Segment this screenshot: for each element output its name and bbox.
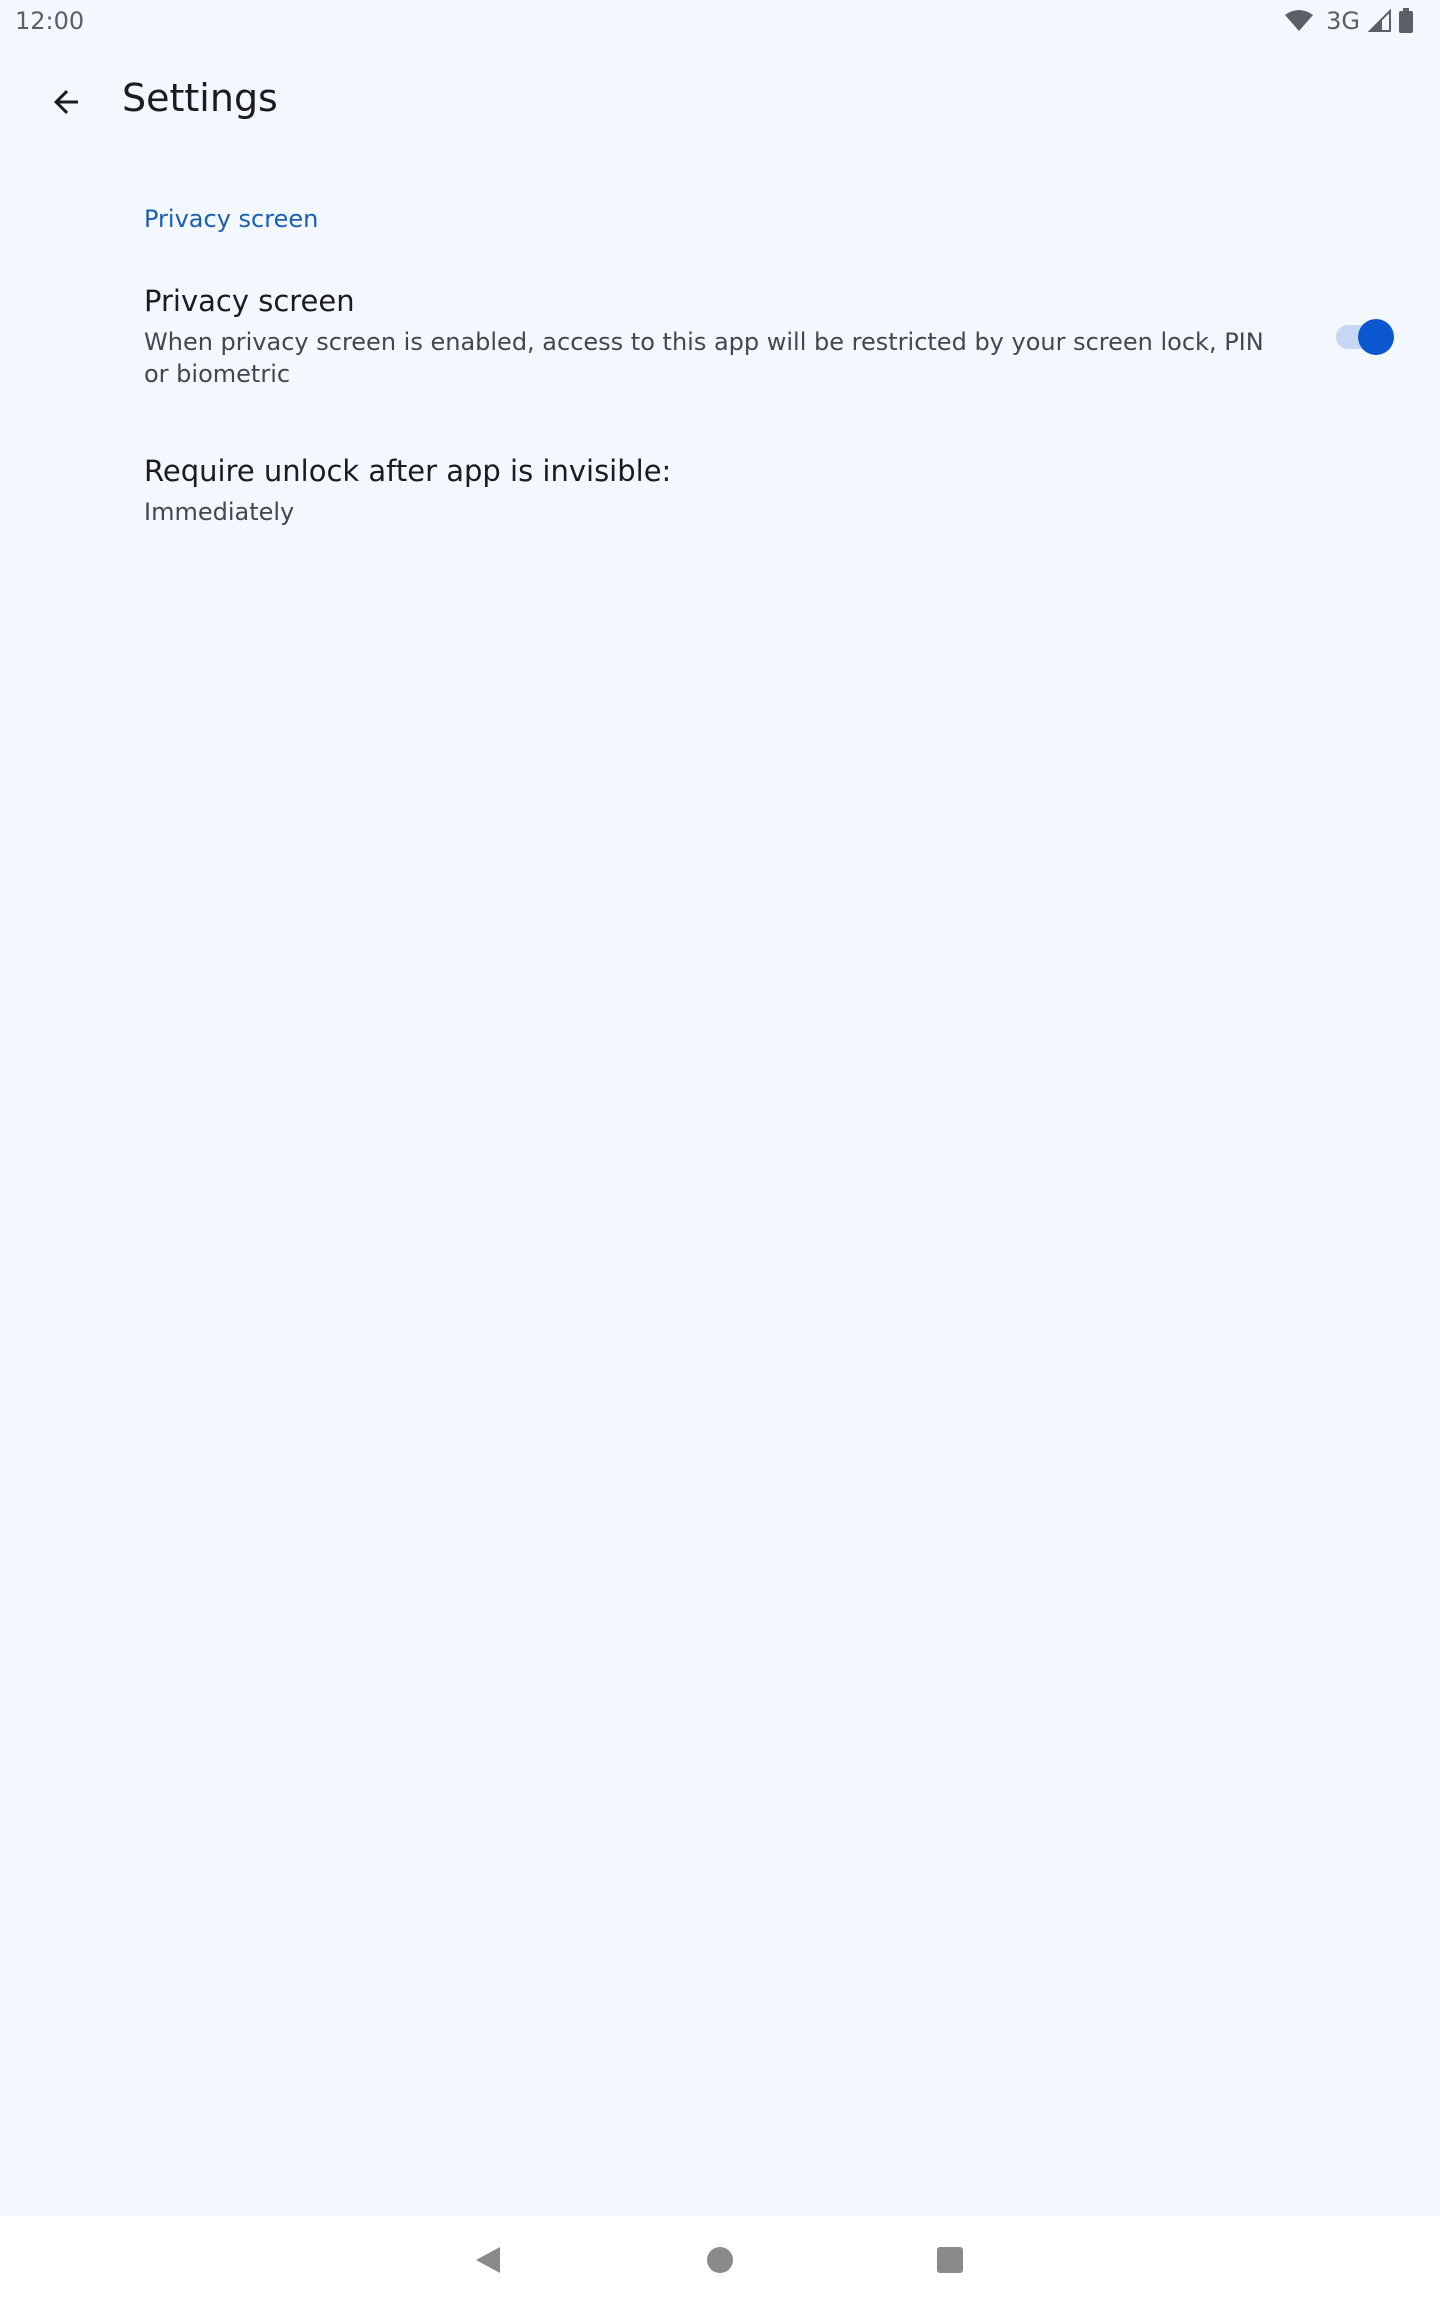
square-recents-icon <box>937 2247 963 2273</box>
network-type-label: 3G <box>1326 7 1360 35</box>
status-icons: 3G <box>1284 7 1414 35</box>
page-title: Settings <box>122 76 278 120</box>
wifi-icon <box>1284 9 1314 33</box>
preference-title: Require unlock after app is invisible: <box>144 454 672 488</box>
back-button[interactable] <box>36 72 96 132</box>
battery-icon <box>1398 8 1414 34</box>
circle-home-icon <box>707 2247 733 2273</box>
require-unlock-preference[interactable]: Require unlock after app is invisible: I… <box>0 438 1440 548</box>
nav-back-button[interactable] <box>460 2232 516 2288</box>
triangle-back-icon <box>476 2247 500 2273</box>
nav-recents-button[interactable] <box>922 2232 978 2288</box>
preference-summary: Immediately <box>144 498 295 526</box>
status-time: 12:00 <box>15 7 85 35</box>
top-app-bar: Settings <box>0 58 1440 146</box>
cellular-signal-icon <box>1368 9 1392 33</box>
nav-home-button[interactable] <box>692 2232 748 2288</box>
category-title-privacy-screen: Privacy screen <box>144 205 319 233</box>
preference-title: Privacy screen <box>144 284 355 318</box>
switch-thumb <box>1358 319 1394 355</box>
status-bar: 12:00 3G <box>0 0 1440 44</box>
privacy-screen-preference[interactable]: Privacy screen When privacy screen is en… <box>0 268 1440 398</box>
privacy-screen-switch[interactable] <box>1336 319 1394 355</box>
system-navigation-bar <box>0 2216 1440 2304</box>
arrow-back-icon <box>54 90 78 114</box>
preference-summary: When privacy screen is enabled, access t… <box>144 328 1264 388</box>
